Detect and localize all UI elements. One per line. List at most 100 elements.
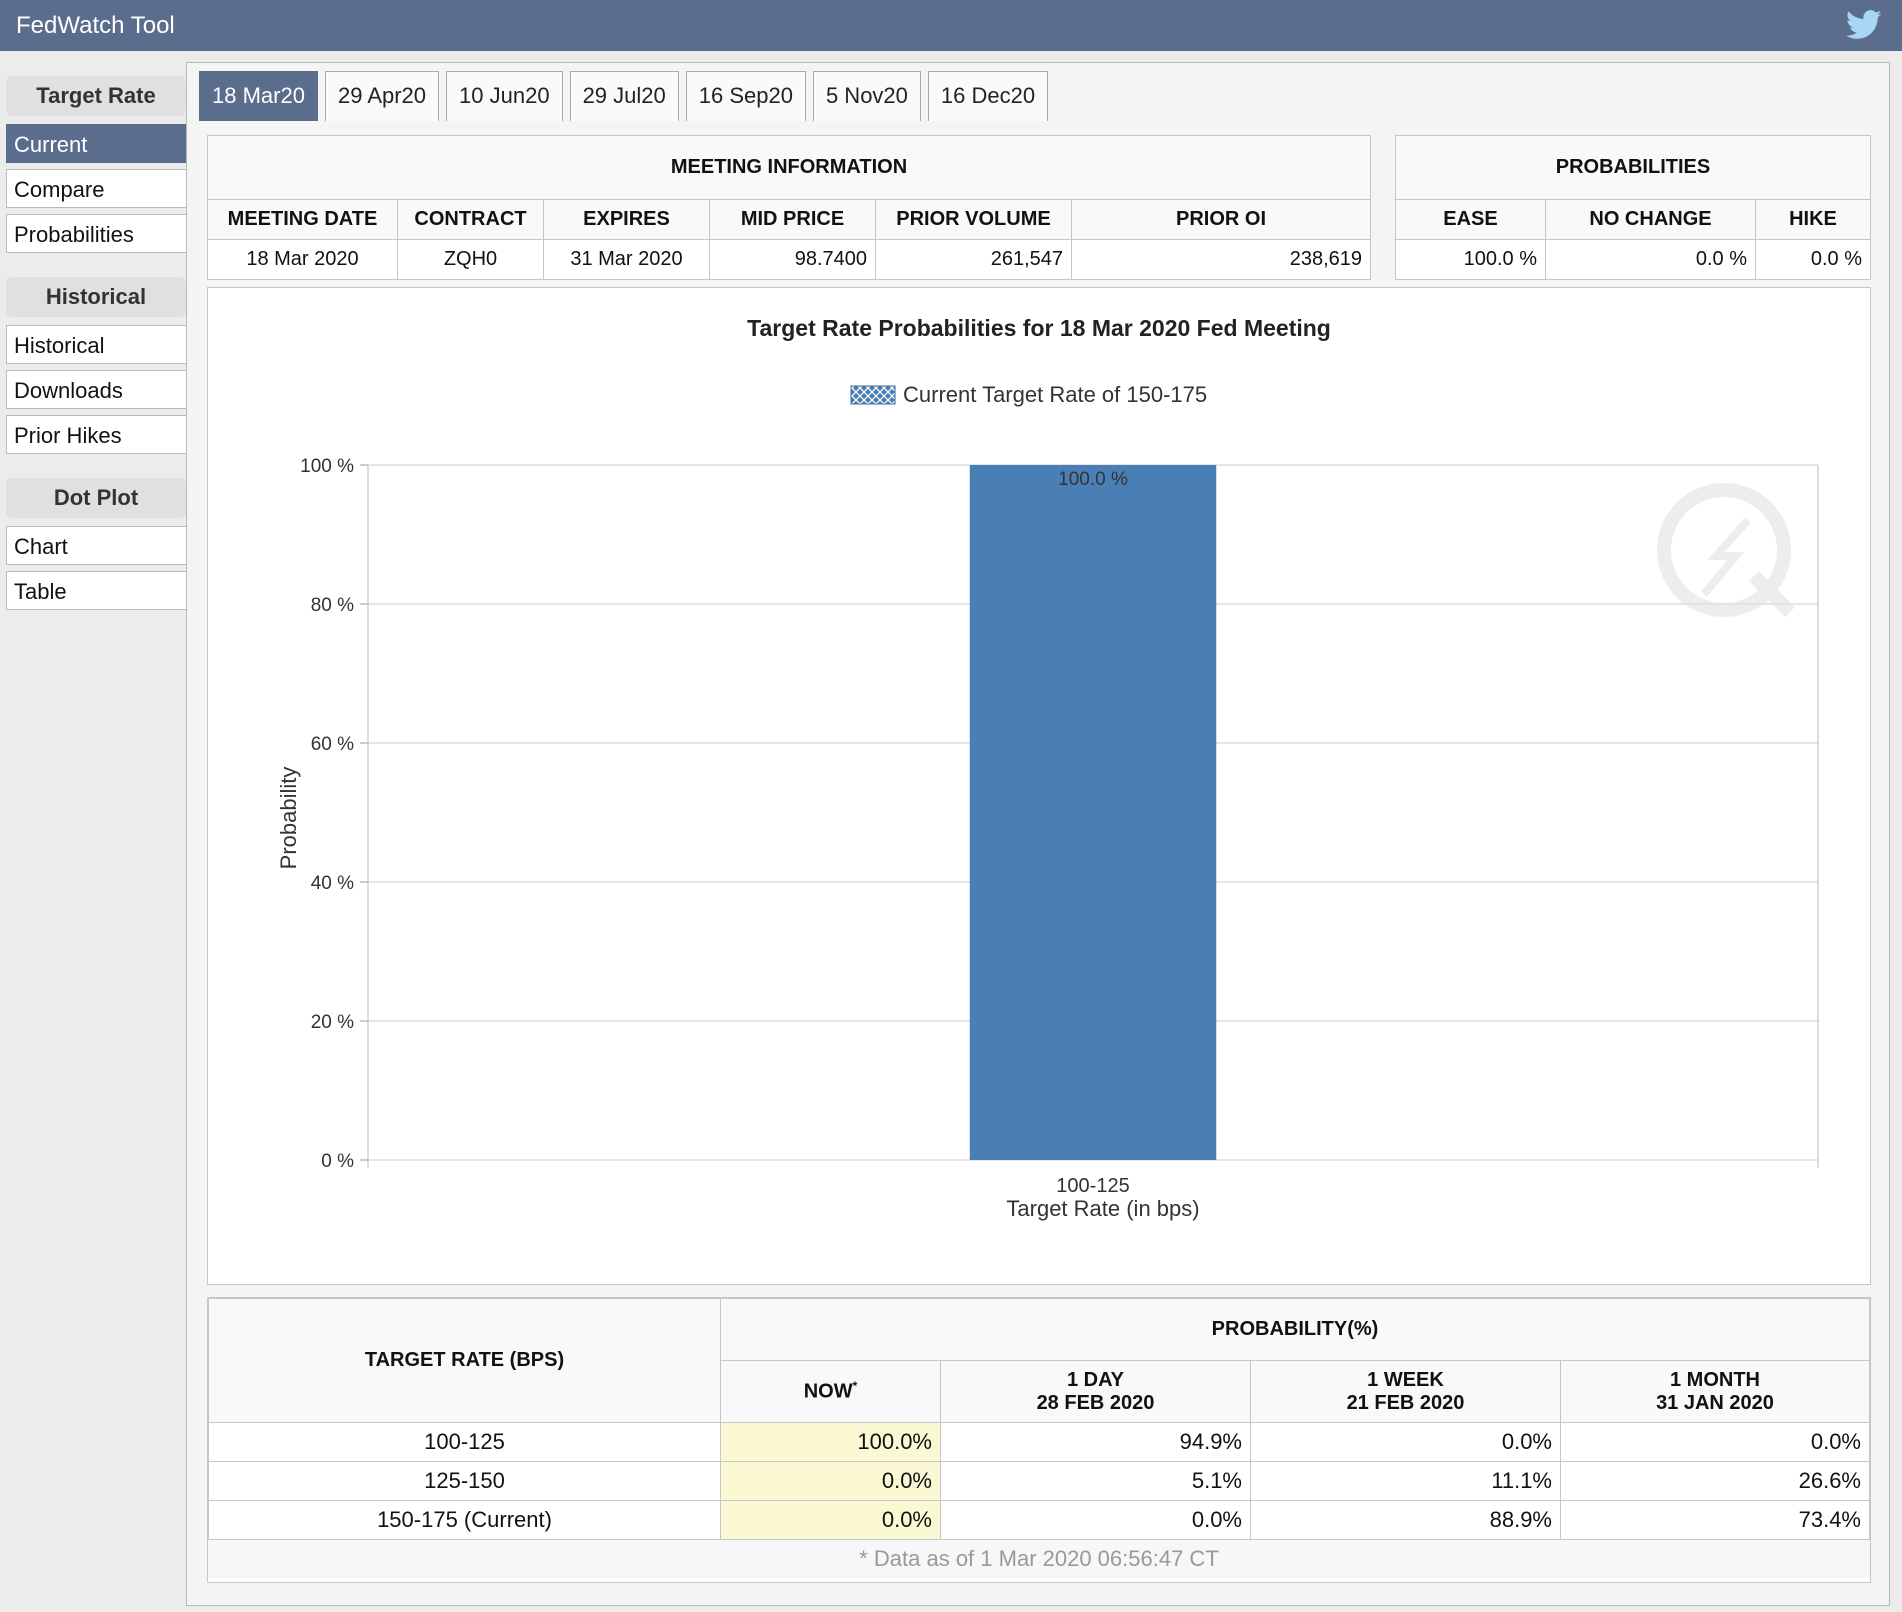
x-axis-label: Target Rate (in bps) (1006, 1196, 1199, 1221)
period-date: 31 JAN 2020 (1656, 1391, 1774, 1414)
now-cell: 0.0% (720, 1461, 941, 1501)
y-tick-label: 40 % (311, 873, 354, 894)
now-footnote-mark: * (852, 1379, 858, 1394)
main-panel: 18 Mar20 29 Apr20 10 Jun20 29 Jul20 16 S… (186, 62, 1890, 1606)
expires-value: 31 Mar 2020 (543, 239, 710, 280)
sidebar-nav: Target Rate Current Compare Probabilitie… (6, 76, 186, 616)
header-1-month: 1 MONTH 31 JAN 2020 (1560, 1360, 1870, 1423)
now-cell: 100.0% (720, 1422, 941, 1462)
period-date: 21 FEB 2020 (1346, 1391, 1465, 1414)
now-label: NOW (803, 1380, 853, 1403)
tab-18-mar20[interactable]: 18 Mar20 (199, 71, 318, 121)
tab-16-dec20[interactable]: 16 Dec20 (927, 71, 1049, 121)
header-prior-volume: PRIOR VOLUME (875, 199, 1072, 240)
legend-swatch (850, 385, 896, 405)
tab-29-jul20[interactable]: 29 Jul20 (569, 71, 679, 121)
table-row: 125-150 0.0% 5.1% 11.1% 26.6% (208, 1461, 1870, 1501)
probabilities-table: PROBABILITIES EASE NO CHANGE HIKE 100.0 … (1395, 135, 1871, 280)
week-cell: 0.0% (1250, 1422, 1561, 1462)
table-row: 18 Mar 2020 ZQH0 31 Mar 2020 98.7400 261… (207, 239, 1371, 280)
ease-value: 100.0 % (1395, 239, 1546, 280)
day-cell: 94.9% (940, 1422, 1251, 1462)
table-row: 150-175 (Current) 0.0% 0.0% 88.9% 73.4% (208, 1500, 1870, 1540)
y-axis-label: Probability (276, 767, 301, 870)
rate-probability-table: TARGET RATE (BPS) PROBABILITY(%) NOW* 1 … (208, 1298, 1870, 1540)
y-tick-label: 100 % (300, 456, 354, 477)
header-ease: EASE (1395, 199, 1546, 240)
sidebar-item-probabilities[interactable]: Probabilities (6, 214, 186, 253)
sidebar-item-chart[interactable]: Chart (6, 526, 186, 565)
chart-title: Target Rate Probabilities for 18 Mar 202… (747, 315, 1331, 341)
header-contract: CONTRACT (397, 199, 544, 240)
rate-cell: 150-175 (Current) (208, 1500, 721, 1540)
bar-value-label: 100.0 % (1058, 469, 1128, 490)
chart-panel: Target Rate Probabilities for 18 Mar 202… (207, 287, 1871, 1285)
prior-volume-value: 261,547 (875, 239, 1072, 280)
twitter-icon[interactable] (1846, 9, 1882, 41)
period-label: 1 DAY (1066, 1368, 1125, 1391)
legend-label: Current Target Rate of 150-175 (903, 382, 1207, 407)
week-cell: 88.9% (1250, 1500, 1561, 1540)
meeting-tabs: 18 Mar20 29 Apr20 10 Jun20 29 Jul20 16 S… (199, 71, 1055, 121)
cme-watermark-icon (1657, 483, 1795, 617)
header-mid-price: MID PRICE (709, 199, 876, 240)
sidebar-header-dot-plot[interactable]: Dot Plot (6, 478, 186, 518)
x-axis-ticks: 100-125 (1056, 1175, 1129, 1197)
header-probability: PROBABILITY(%) (720, 1298, 1870, 1361)
period-date: 28 FEB 2020 (1036, 1391, 1155, 1414)
meeting-date-value: 18 Mar 2020 (207, 239, 398, 280)
probability-chart: Target Rate Probabilities for 18 Mar 202… (276, 315, 1819, 1221)
header-expires: EXPIRES (543, 199, 710, 240)
header-now: NOW* (720, 1360, 941, 1423)
month-cell: 0.0% (1560, 1422, 1870, 1462)
rate-cell: 100-125 (208, 1422, 721, 1462)
hike-value: 0.0 % (1755, 239, 1871, 280)
sidebar-item-prior-hikes[interactable]: Prior Hikes (6, 415, 186, 454)
sidebar-item-current[interactable]: Current (6, 124, 186, 163)
bar (969, 465, 1217, 1160)
sidebar-header-target-rate[interactable]: Target Rate (6, 76, 186, 116)
month-cell: 73.4% (1560, 1500, 1870, 1540)
meeting-information-caption: MEETING INFORMATION (207, 135, 1371, 200)
header-target-rate-bps: TARGET RATE (BPS) (208, 1298, 721, 1423)
meeting-information-table: MEETING INFORMATION MEETING DATE CONTRAC… (207, 135, 1371, 280)
app-title-bar: FedWatch Tool (0, 0, 1902, 51)
bar-series: 100.0 % (969, 465, 1217, 1160)
month-cell: 26.6% (1560, 1461, 1870, 1501)
tab-29-apr20[interactable]: 29 Apr20 (324, 71, 440, 121)
rate-probability-panel: TARGET RATE (BPS) PROBABILITY(%) NOW* 1 … (207, 1297, 1871, 1583)
prior-oi-value: 238,619 (1071, 239, 1371, 280)
day-cell: 5.1% (940, 1461, 1251, 1501)
y-tick-label: 0 % (321, 1151, 354, 1172)
probabilities-caption: PROBABILITIES (1395, 135, 1871, 200)
contract-value: ZQH0 (397, 239, 544, 280)
day-cell: 0.0% (940, 1500, 1251, 1540)
sidebar-item-table[interactable]: Table (6, 571, 186, 610)
y-tick-label: 20 % (311, 1012, 354, 1033)
period-label: 1 WEEK (1367, 1368, 1444, 1391)
header-meeting-date: MEETING DATE (207, 199, 398, 240)
now-cell: 0.0% (720, 1500, 941, 1540)
sidebar-item-compare[interactable]: Compare (6, 169, 186, 208)
tab-16-sep20[interactable]: 16 Sep20 (685, 71, 806, 121)
header-prior-oi: PRIOR OI (1071, 199, 1371, 240)
week-cell: 11.1% (1250, 1461, 1561, 1501)
rate-cell: 125-150 (208, 1461, 721, 1501)
tab-5-nov20[interactable]: 5 Nov20 (812, 71, 921, 121)
y-tick-label: 60 % (311, 734, 354, 755)
sidebar-item-downloads[interactable]: Downloads (6, 370, 186, 409)
sidebar-item-historical[interactable]: Historical (6, 325, 186, 364)
data-timestamp-note: * Data as of 1 Mar 2020 06:56:47 CT (208, 1540, 1870, 1578)
y-axis-ticks: 0 % 20 % 40 % 60 % 80 % 100 % (300, 456, 354, 1172)
header-no-change: NO CHANGE (1545, 199, 1756, 240)
app-title: FedWatch Tool (16, 12, 175, 39)
sidebar-header-historical[interactable]: Historical (6, 277, 186, 317)
mid-price-value: 98.7400 (709, 239, 876, 280)
period-label: 1 MONTH (1670, 1368, 1760, 1391)
tab-10-jun20[interactable]: 10 Jun20 (446, 71, 563, 121)
header-1-week: 1 WEEK 21 FEB 2020 (1250, 1360, 1561, 1423)
table-row: 100-125 100.0% 94.9% 0.0% 0.0% (208, 1422, 1870, 1462)
header-hike: HIKE (1755, 199, 1871, 240)
